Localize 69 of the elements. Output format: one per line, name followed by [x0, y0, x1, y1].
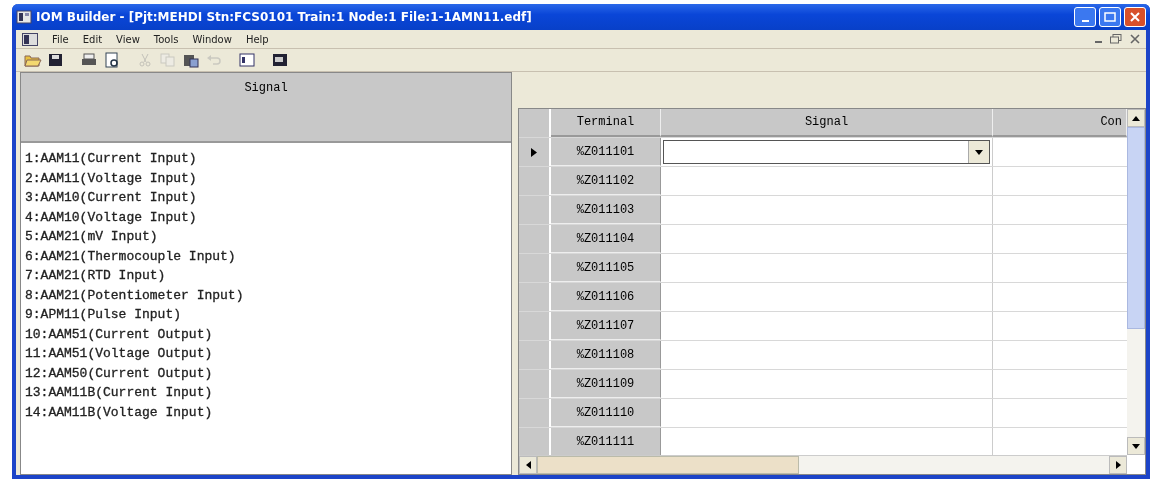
table-cell: %Z011107 — [551, 312, 661, 340]
close-button[interactable] — [1124, 7, 1146, 27]
app-icon — [16, 10, 32, 24]
list-item[interactable]: 10:AAM51(Current Output) — [25, 324, 511, 344]
menu-item[interactable]: Window — [192, 33, 232, 45]
table-cell: %Z011104 — [551, 225, 661, 253]
list-item[interactable]: 11:AAM51(Voltage Output) — [25, 344, 511, 364]
horizontal-scrollbar[interactable] — [519, 455, 1127, 474]
table-cell: %Z011101 — [551, 138, 661, 166]
maximize-icon — [1104, 12, 1116, 22]
menu-item[interactable]: Help — [245, 33, 269, 45]
table-cell: %Z011111 — [551, 428, 661, 455]
left-arrow-icon — [525, 461, 531, 469]
column-header[interactable]: Con — [993, 109, 1127, 137]
menu-item[interactable]: View — [116, 33, 140, 45]
minimize-button[interactable] — [1074, 7, 1096, 27]
table-cell: %Z011102 — [551, 167, 661, 195]
list-item[interactable]: 6:AAM21(Thermocouple Input) — [25, 246, 511, 266]
printer-icon — [80, 52, 98, 68]
scissors-icon — [136, 52, 154, 68]
scroll-thumb[interactable] — [537, 456, 799, 474]
undo-icon — [205, 52, 223, 68]
menu-item[interactable]: Tools — [153, 33, 179, 45]
restore-icon[interactable] — [1110, 34, 1122, 44]
row-header[interactable] — [519, 138, 551, 166]
close-icon — [1129, 11, 1141, 23]
list-item[interactable]: 3:AAM10(Current Input) — [25, 188, 511, 208]
column-header[interactable]: Signal — [661, 109, 993, 137]
up-arrow-icon — [1132, 115, 1140, 121]
copy-icon — [159, 52, 177, 68]
clipboard-icon — [182, 52, 200, 68]
down-arrow-icon — [1132, 443, 1140, 449]
close-icon[interactable] — [1130, 34, 1140, 44]
table-cell: %Z011106 — [551, 283, 661, 311]
scroll-thumb[interactable] — [1127, 127, 1145, 329]
folder-icon — [24, 52, 42, 68]
table-cell: %Z011109 — [551, 370, 661, 398]
list-item[interactable]: 2:AAM11(Voltage Input) — [25, 168, 511, 188]
caret-icon — [975, 149, 983, 155]
table-cell: %Z011105 — [551, 254, 661, 282]
page-magnifier-icon — [103, 52, 121, 68]
list-item[interactable]: 4:AAM10(Voltage Input) — [25, 207, 511, 227]
window-panel-icon — [271, 52, 289, 68]
list-item[interactable]: 5:AAM21(mV Input) — [25, 227, 511, 247]
window-panel-icon — [238, 52, 256, 68]
window-title: IOM Builder - [Pjt:MEHDI Stn:FCS0101 Train:1 Node:1 File:1-1AMN11.edf] — [36, 10, 532, 24]
column-header: Signal — [21, 73, 511, 143]
row-pointer-icon — [531, 147, 537, 157]
menu-item[interactable]: File — [52, 33, 69, 45]
list-item[interactable]: 13:AAM11B(Current Input) — [25, 383, 511, 403]
list-item[interactable]: 7:AAM21(RTD Input) — [25, 266, 511, 286]
column-header[interactable]: Terminal — [551, 109, 661, 137]
table-cell: %Z011108 — [551, 341, 661, 369]
table-cell: %Z011103 — [551, 196, 661, 224]
document-icon — [22, 32, 38, 46]
list-item[interactable]: 12:AAM50(Current Output) — [25, 363, 511, 383]
menu-item[interactable]: Edit — [82, 33, 103, 45]
list-item[interactable]: 8:AAM21(Potentiometer Input) — [25, 285, 511, 305]
minimize-icon[interactable] — [1095, 40, 1102, 43]
list-item[interactable]: 1:AAM11(Current Input) — [25, 149, 511, 169]
list-item[interactable]: 9:APM11(Pulse Input) — [25, 305, 511, 325]
panel-button[interactable] — [236, 50, 258, 70]
minimize-icon — [1081, 20, 1089, 22]
maximize-button[interactable] — [1099, 7, 1121, 27]
table-cell: %Z011110 — [551, 399, 661, 427]
vertical-scrollbar[interactable] — [1127, 109, 1145, 455]
right-arrow-icon — [1115, 461, 1121, 469]
signal-dropdown[interactable] — [663, 140, 990, 164]
list-item[interactable]: 14:AAM11B(Voltage Input) — [25, 402, 511, 422]
